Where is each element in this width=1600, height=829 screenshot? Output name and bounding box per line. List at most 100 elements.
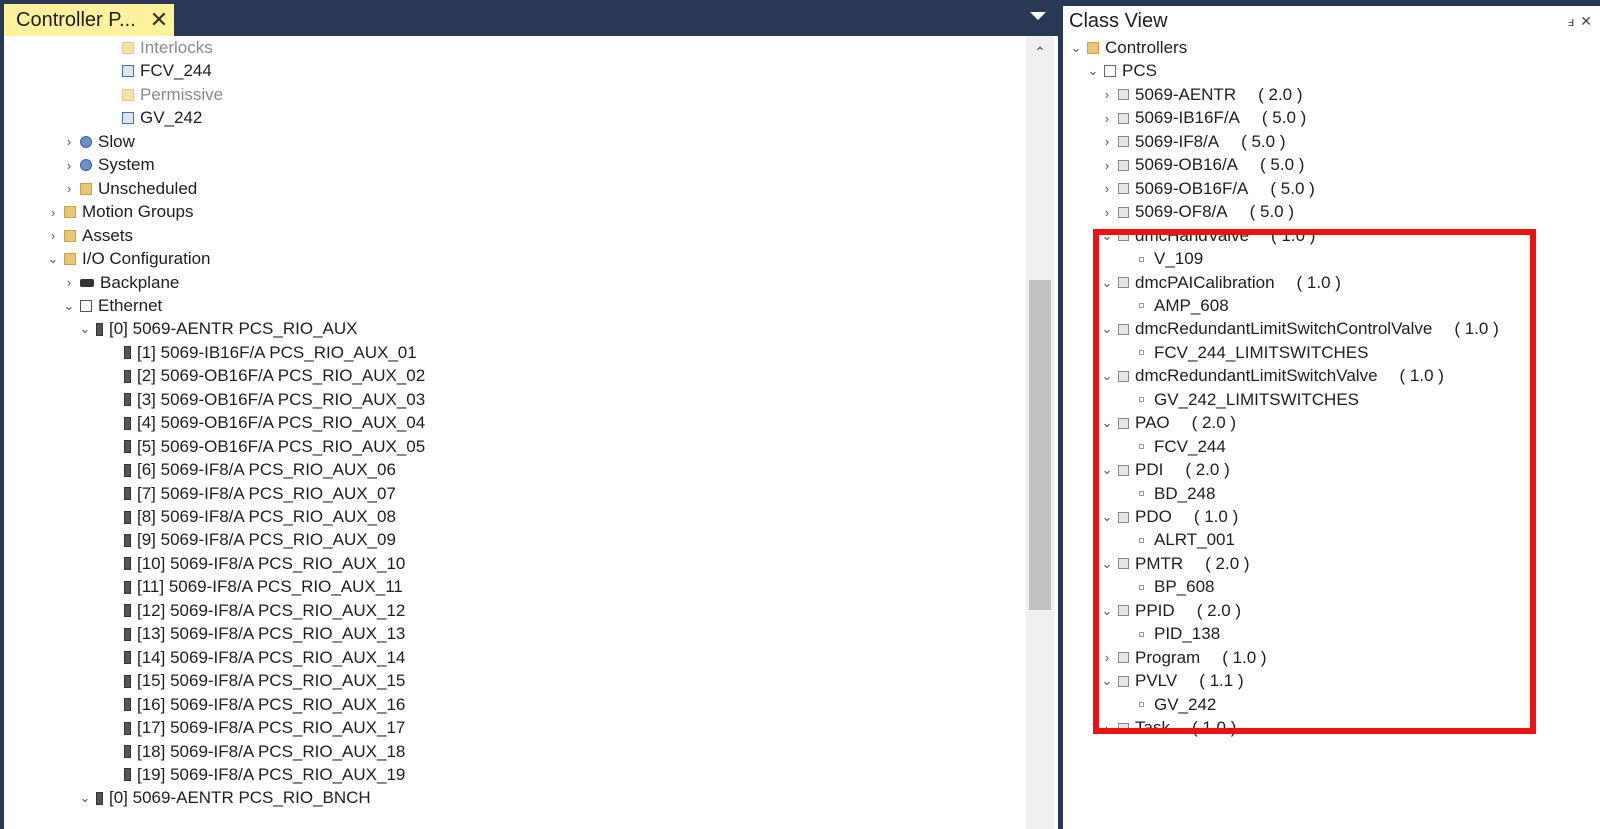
chevron-right-icon[interactable]: › [46,205,60,220]
tree-item[interactable]: GV_242 [104,106,202,130]
chevron-right-icon[interactable]: › [62,275,76,290]
tree-item[interactable]: [17] 5069-IF8/A PCS_RIO_AUX_17 [106,716,405,740]
tree-item[interactable]: ⌄ PAO ( 2.0 ) [1100,411,1237,435]
tree-item[interactable]: ⌄ dmcHandValve ( 1.0 ) [1100,224,1316,248]
tree-item[interactable]: ⌄ PVLV ( 1.1 ) [1100,669,1244,693]
tree-item[interactable]: ALRT_001 [1117,528,1235,552]
tree-item[interactable]: [1] 5069-IB16F/A PCS_RIO_AUX_01 [106,341,417,365]
chevron-down-icon[interactable]: ⌄ [46,251,60,267]
tree-item[interactable]: PID_138 [1117,622,1220,646]
chevron-down-icon[interactable]: ⌄ [1100,368,1114,384]
tree-item[interactable]: ⌄ [0] 5069-AENTR PCS_RIO_BNCH [78,786,371,810]
window-position-dropdown-icon[interactable] [1030,12,1046,20]
chevron-right-icon[interactable]: › [62,181,76,196]
tree-item[interactable]: BP_608 [1117,575,1215,599]
tree-item[interactable]: [11] 5069-IF8/A PCS_RIO_AUX_11 [106,575,403,599]
chevron-down-icon[interactable]: ⌄ [1100,415,1114,431]
tree-item[interactable]: › 5069-AENTR ( 2.0 ) [1100,83,1303,107]
tree-item[interactable]: [15] 5069-IF8/A PCS_RIO_AUX_15 [106,669,405,693]
chevron-down-icon[interactable]: ⌄ [1100,509,1114,525]
tree-item[interactable]: › Task ( 1.0 ) [1100,716,1237,740]
chevron-down-icon[interactable]: ⌄ [1100,321,1114,337]
tree-item[interactable]: ⌄ Ethernet [62,294,163,318]
tree-item[interactable]: V_109 [1117,247,1203,271]
tree-item[interactable]: › Assets [46,224,133,248]
tree-item[interactable]: [12] 5069-IF8/A PCS_RIO_AUX_12 [106,599,405,623]
chevron-down-icon[interactable]: ⌄ [1086,63,1100,79]
tree-item[interactable]: [6] 5069-IF8/A PCS_RIO_AUX_06 [106,458,396,482]
tree-item[interactable]: ⌄ dmcPAICalibration ( 1.0 ) [1100,271,1341,295]
tree-item[interactable]: [14] 5069-IF8/A PCS_RIO_AUX_14 [106,646,405,670]
tree-item[interactable]: ⌄ dmcRedundantLimitSwitchValve ( 1.0 ) [1100,364,1444,388]
tree-item[interactable]: ⌄ dmcRedundantLimitSwitchControlValve ( 1.… [1100,317,1499,341]
tree-item[interactable]: ⌄ Controllers [1069,36,1188,60]
tree-item[interactable]: ⌄ PCS [1086,59,1157,83]
pin-icon[interactable]: ⅎ [1568,14,1574,29]
tree-item[interactable]: › Program ( 1.0 ) [1100,646,1267,670]
controller-organizer-tab[interactable]: Controller P... ✕ [4,4,174,36]
tree-item[interactable]: › Slow [62,130,135,154]
close-icon[interactable]: ✕ [1580,13,1592,30]
chevron-right-icon[interactable]: › [1100,181,1114,196]
tree-item[interactable]: FCV_244 [104,59,212,83]
tree-item[interactable]: ⌄ PDO ( 1.0 ) [1100,505,1239,529]
tree-item[interactable]: Permissive [104,83,223,107]
scrollbar-thumb[interactable] [1029,280,1051,610]
chevron-down-icon[interactable]: ⌄ [1100,603,1114,619]
tree-item[interactable]: ⌄ PPID ( 2.0 ) [1100,599,1242,623]
tree-item[interactable]: [7] 5069-IF8/A PCS_RIO_AUX_07 [106,482,396,506]
tree-item[interactable]: [5] 5069-OB16F/A PCS_RIO_AUX_05 [106,435,425,459]
tree-item[interactable]: › Backplane [62,271,180,295]
tree-item[interactable]: [13] 5069-IF8/A PCS_RIO_AUX_13 [106,622,405,646]
chevron-down-icon[interactable]: ⌄ [62,298,76,314]
chevron-right-icon[interactable]: › [1100,650,1114,665]
tree-item[interactable]: BD_248 [1117,482,1215,506]
tree-item[interactable]: ⌄ [0] 5069-AENTR PCS_RIO_AUX [78,317,358,341]
tree-item[interactable]: AMP_608 [1117,294,1229,318]
tree-item[interactable]: ⌄ PDI ( 2.0 ) [1100,458,1230,482]
chevron-right-icon[interactable]: › [1100,205,1114,220]
tree-item[interactable]: FCV_244_LIMITSWITCHES [1117,341,1368,365]
chevron-right-icon[interactable]: › [1100,158,1114,173]
chevron-down-icon[interactable]: ⌄ [1100,556,1114,572]
chevron-right-icon[interactable]: › [1100,111,1114,126]
tree-item[interactable]: [2] 5069-OB16F/A PCS_RIO_AUX_02 [106,364,425,388]
tree-item[interactable]: GV_242 [1117,693,1216,717]
tree-item[interactable]: Interlocks [104,36,213,60]
tree-item[interactable]: [19] 5069-IF8/A PCS_RIO_AUX_19 [106,763,405,787]
tree-item[interactable]: [18] 5069-IF8/A PCS_RIO_AUX_18 [106,740,405,764]
tree-item[interactable]: GV_242_LIMITSWITCHES [1117,388,1359,412]
tree-item[interactable]: › System [62,153,155,177]
scroll-up-icon[interactable]: ⌃ [1031,44,1049,60]
chevron-right-icon[interactable]: › [1100,134,1114,149]
tree-item[interactable]: › 5069-OB16/A ( 5.0 ) [1100,153,1305,177]
tree-item[interactable]: [8] 5069-IF8/A PCS_RIO_AUX_08 [106,505,396,529]
tree-item[interactable]: › 5069-OB16F/A ( 5.0 ) [1100,177,1315,201]
tree-item[interactable]: FCV_244 [1117,435,1226,459]
tree-item[interactable]: [4] 5069-OB16F/A PCS_RIO_AUX_04 [106,411,425,435]
tree-item[interactable]: [10] 5069-IF8/A PCS_RIO_AUX_10 [106,552,405,576]
tree-item[interactable]: › Motion Groups [46,200,194,224]
tree-item[interactable]: ⌄ I/O Configuration [46,247,211,271]
chevron-right-icon[interactable]: › [1100,87,1114,102]
chevron-right-icon[interactable]: › [62,134,76,149]
tree-item[interactable]: › 5069-IB16F/A ( 5.0 ) [1100,106,1306,130]
close-icon[interactable]: ✕ [144,7,174,33]
tree-item[interactable]: › Unscheduled [62,177,197,201]
tree-item[interactable]: › 5069-OF8/A ( 5.0 ) [1100,200,1294,224]
tree-item[interactable]: [9] 5069-IF8/A PCS_RIO_AUX_09 [106,528,396,552]
tree-item[interactable]: ⌄ PMTR ( 2.0 ) [1100,552,1250,576]
chevron-down-icon[interactable]: ⌄ [1100,275,1114,291]
chevron-down-icon[interactable]: ⌄ [1100,228,1114,244]
tree-item[interactable]: [3] 5069-OB16F/A PCS_RIO_AUX_03 [106,388,425,412]
chevron-down-icon[interactable]: ⌄ [78,321,92,337]
tree-item[interactable]: [16] 5069-IF8/A PCS_RIO_AUX_16 [106,693,405,717]
chevron-right-icon[interactable]: › [46,228,60,243]
tree-item[interactable]: › 5069-IF8/A ( 5.0 ) [1100,130,1286,154]
chevron-down-icon[interactable]: ⌄ [1069,40,1083,56]
chevron-down-icon[interactable]: ⌄ [78,790,92,806]
chevron-down-icon[interactable]: ⌄ [1100,462,1114,478]
chevron-right-icon[interactable]: › [1100,721,1114,736]
chevron-right-icon[interactable]: › [62,158,76,173]
chevron-down-icon[interactable]: ⌄ [1100,673,1114,689]
